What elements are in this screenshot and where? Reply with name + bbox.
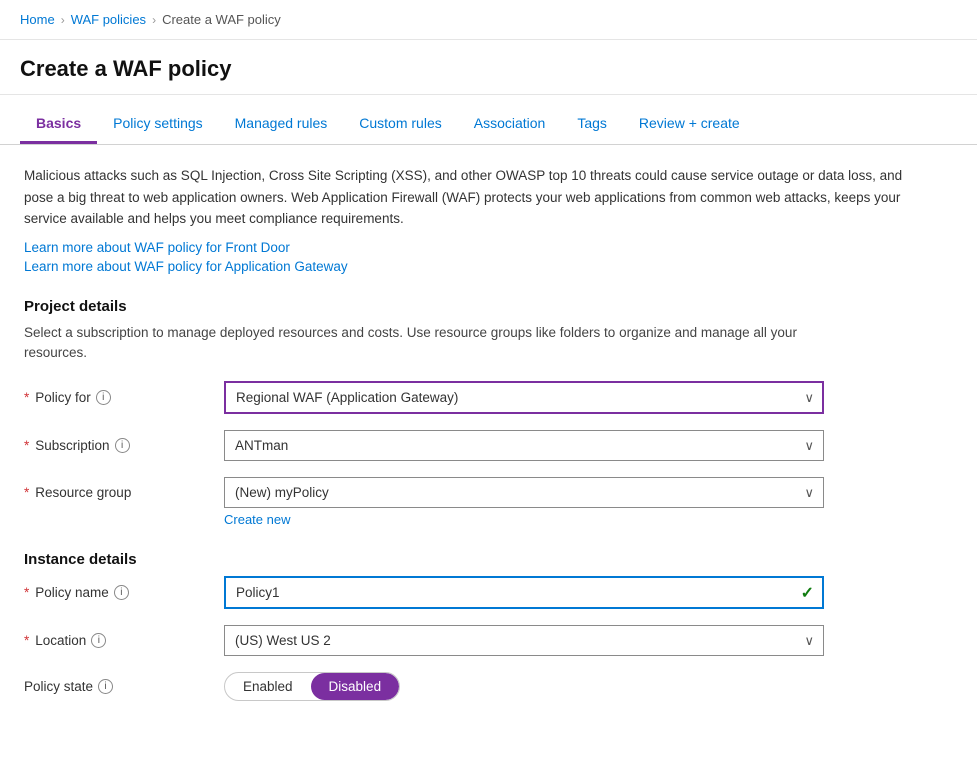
policy-for-select-wrapper: Regional WAF (Application Gateway) ∨ bbox=[224, 381, 824, 414]
breadcrumb-sep-1: › bbox=[61, 13, 65, 27]
policy-state-disabled-button[interactable]: Disabled bbox=[311, 673, 400, 700]
policy-for-label: * Policy for i bbox=[24, 390, 224, 405]
subscription-control: ANTman ∨ bbox=[224, 430, 824, 461]
resource-group-control: (New) myPolicy ∨ Create new bbox=[224, 477, 824, 527]
subscription-row: * Subscription i ANTman ∨ bbox=[24, 430, 936, 461]
tabs-bar: Basics Policy settings Managed rules Cus… bbox=[0, 105, 977, 145]
tab-policy-settings[interactable]: Policy settings bbox=[97, 105, 218, 144]
location-info-icon: i bbox=[91, 633, 106, 648]
location-required: * bbox=[24, 633, 29, 648]
policy-name-info-icon: i bbox=[114, 585, 129, 600]
policy-name-input[interactable] bbox=[224, 576, 824, 609]
instance-details-title: Instance details bbox=[24, 551, 936, 568]
breadcrumb-waf-policies[interactable]: WAF policies bbox=[71, 12, 146, 27]
location-select[interactable]: (US) West US 2 bbox=[224, 625, 824, 656]
policy-state-control: Enabled Disabled bbox=[224, 672, 824, 701]
location-label: * Location i bbox=[24, 633, 224, 648]
tab-custom-rules[interactable]: Custom rules bbox=[343, 105, 457, 144]
page-title: Create a WAF policy bbox=[0, 40, 977, 95]
tab-review-create[interactable]: Review + create bbox=[623, 105, 756, 144]
breadcrumb: Home › WAF policies › Create a WAF polic… bbox=[0, 0, 977, 40]
tab-basics[interactable]: Basics bbox=[20, 105, 97, 144]
subscription-select[interactable]: ANTman bbox=[224, 430, 824, 461]
policy-state-row: Policy state i Enabled Disabled bbox=[24, 672, 936, 701]
policy-name-valid-icon: ✓ bbox=[801, 583, 814, 603]
tab-association[interactable]: Association bbox=[458, 105, 562, 144]
policy-name-input-wrapper: ✓ bbox=[224, 576, 824, 609]
breadcrumb-sep-2: › bbox=[152, 13, 156, 27]
policy-for-select[interactable]: Regional WAF (Application Gateway) bbox=[224, 381, 824, 414]
create-new-link[interactable]: Create new bbox=[224, 512, 290, 527]
policy-name-control: ✓ bbox=[224, 576, 824, 609]
policy-state-label: Policy state i bbox=[24, 679, 224, 694]
policy-state-info-icon: i bbox=[98, 679, 113, 694]
project-details-title: Project details bbox=[24, 298, 936, 315]
policy-state-toggle-group: Enabled Disabled bbox=[224, 672, 400, 701]
project-details-desc: Select a subscription to manage deployed… bbox=[24, 323, 824, 364]
policy-for-required: * bbox=[24, 390, 29, 405]
resource-group-required: * bbox=[24, 485, 29, 500]
breadcrumb-home[interactable]: Home bbox=[20, 12, 55, 27]
resource-group-row: * Resource group (New) myPolicy ∨ Create… bbox=[24, 477, 936, 527]
link-front-door[interactable]: Learn more about WAF policy for Front Do… bbox=[24, 240, 936, 255]
policy-state-enabled-button[interactable]: Enabled bbox=[225, 673, 311, 700]
policy-name-required: * bbox=[24, 585, 29, 600]
tab-tags[interactable]: Tags bbox=[561, 105, 623, 144]
policy-for-row: * Policy for i Regional WAF (Application… bbox=[24, 381, 936, 414]
main-content: Malicious attacks such as SQL Injection,… bbox=[0, 145, 960, 737]
breadcrumb-current: Create a WAF policy bbox=[162, 12, 281, 27]
subscription-label: * Subscription i bbox=[24, 438, 224, 453]
tab-managed-rules[interactable]: Managed rules bbox=[219, 105, 344, 144]
policy-name-row: * Policy name i ✓ bbox=[24, 576, 936, 609]
policy-for-info-icon: i bbox=[96, 390, 111, 405]
resource-group-label: * Resource group bbox=[24, 477, 224, 500]
link-app-gateway[interactable]: Learn more about WAF policy for Applicat… bbox=[24, 259, 936, 274]
subscription-info-icon: i bbox=[115, 438, 130, 453]
location-row: * Location i (US) West US 2 ∨ bbox=[24, 625, 936, 656]
subscription-select-wrapper: ANTman ∨ bbox=[224, 430, 824, 461]
location-control: (US) West US 2 ∨ bbox=[224, 625, 824, 656]
policy-for-control: Regional WAF (Application Gateway) ∨ bbox=[224, 381, 824, 414]
waf-description: Malicious attacks such as SQL Injection,… bbox=[24, 165, 904, 230]
location-select-wrapper: (US) West US 2 ∨ bbox=[224, 625, 824, 656]
resource-group-select[interactable]: (New) myPolicy bbox=[224, 477, 824, 508]
policy-name-label: * Policy name i bbox=[24, 585, 224, 600]
resource-group-select-wrapper: (New) myPolicy ∨ bbox=[224, 477, 824, 508]
subscription-required: * bbox=[24, 438, 29, 453]
